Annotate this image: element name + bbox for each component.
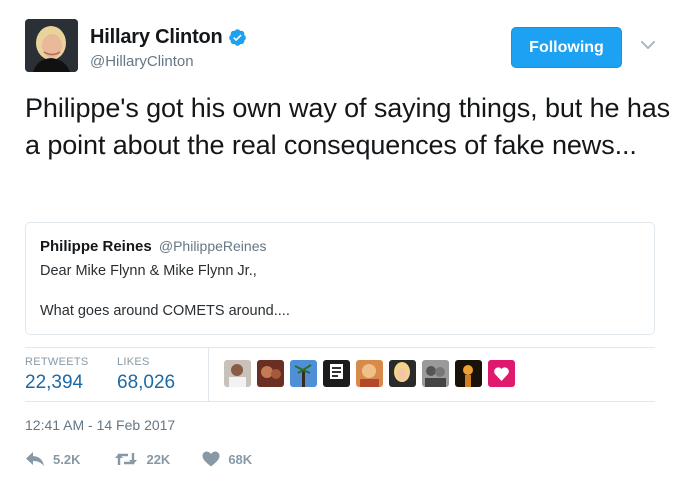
reply-count: 5.2K — [53, 451, 81, 467]
retweets-value: 22,394 — [25, 372, 84, 393]
quoted-tweet-card[interactable]: Philippe Reines @PhilippeReines Dear Mik… — [25, 222, 655, 335]
author-name-row[interactable]: Hillary Clinton — [90, 26, 247, 49]
liker-avatar[interactable] — [422, 360, 449, 387]
quoted-tweet-line-2: What goes around COMETS around.... — [40, 303, 290, 319]
verified-badge-icon — [228, 29, 246, 46]
retweets-stat[interactable]: RETWEETS 22,394 — [25, 356, 89, 394]
likes-value: 68,026 — [117, 372, 176, 393]
like-count: 68K — [228, 451, 253, 467]
liker-avatar[interactable] — [323, 360, 350, 387]
following-button[interactable]: Following — [511, 27, 622, 68]
reply-button[interactable]: 5.2K — [25, 451, 80, 467]
retweet-icon — [115, 453, 138, 465]
like-button[interactable]: 68K — [202, 451, 252, 467]
likes-stat[interactable]: LIKES 68,026 — [117, 356, 175, 394]
author-display-name[interactable]: Hillary Clinton — [90, 26, 223, 49]
author-handle[interactable]: @HillaryClinton — [90, 53, 194, 70]
quoted-tweet-header: Philippe Reines @PhilippeReines — [40, 238, 266, 255]
liker-avatar[interactable] — [290, 360, 317, 387]
author-avatar[interactable] — [25, 19, 78, 72]
reply-icon — [26, 452, 44, 466]
liker-avatar[interactable] — [389, 360, 416, 387]
liker-avatar[interactable] — [356, 360, 383, 387]
tweet-timestamp[interactable]: 12:41 AM - 14 Feb 2017 — [25, 417, 175, 433]
tweet-action-bar: 5.2K 22K 68K — [25, 451, 252, 467]
stats-divider — [208, 348, 209, 401]
quoted-tweet-handle: @PhilippeReines — [158, 238, 267, 254]
tweet-stats-bar: RETWEETS 22,394 LIKES 68,026 — [25, 347, 655, 402]
retweet-button[interactable]: 22K — [114, 451, 170, 467]
likes-label: LIKES — [117, 356, 150, 368]
liker-avatars — [224, 360, 515, 387]
liker-avatar[interactable] — [455, 360, 482, 387]
liker-avatar[interactable] — [257, 360, 284, 387]
retweet-count: 22K — [146, 451, 171, 467]
liker-avatar[interactable] — [488, 360, 515, 387]
heart-icon — [202, 451, 220, 467]
retweets-label: RETWEETS — [25, 356, 89, 368]
liker-avatar[interactable] — [224, 360, 251, 387]
tweet-text: Philippe's got his own way of saying thi… — [25, 93, 671, 160]
chevron-down-icon[interactable] — [639, 36, 657, 54]
quoted-tweet-line-1: Dear Mike Flynn & Mike Flynn Jr., — [40, 263, 257, 279]
quoted-tweet-name: Philippe Reines — [40, 238, 152, 255]
